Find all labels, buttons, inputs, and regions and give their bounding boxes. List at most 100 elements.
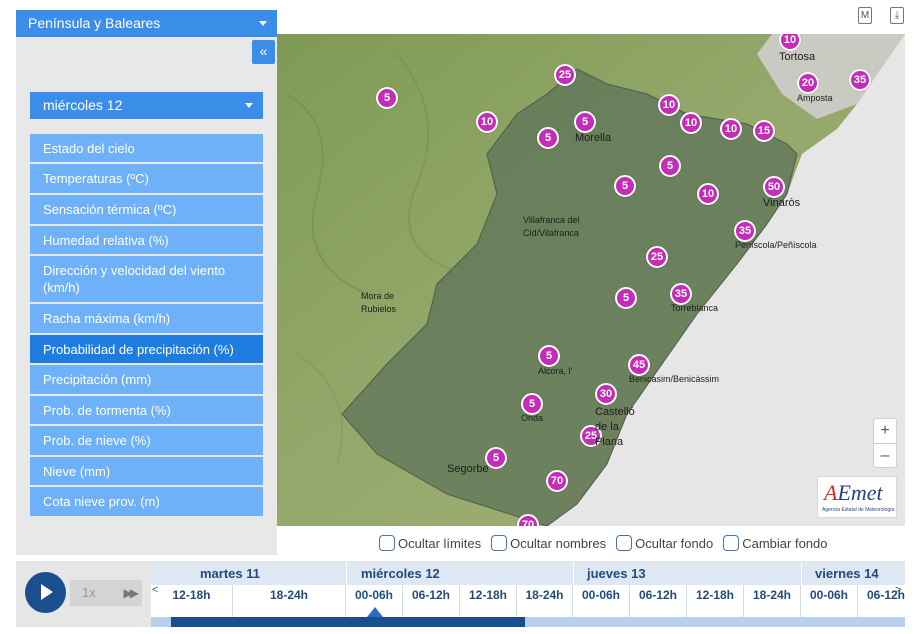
place-label: Segorbe (447, 463, 489, 475)
forecast-map[interactable]: 10 25 5 10 5 5 10 10 10 15 20 35 5 5 10 … (277, 34, 905, 526)
timeline-slot[interactable]: 00-06h (801, 585, 858, 617)
option-label: Cambiar fondo (742, 535, 828, 551)
place-label: Vinaròs (763, 197, 801, 209)
place-label: Torreblanca (671, 303, 719, 313)
probability-marker[interactable]: 5 (614, 175, 636, 197)
speed-control[interactable]: 1x ▶▶ (70, 580, 142, 606)
option-change-background[interactable]: Cambiar fondo (723, 535, 828, 551)
place-label: Amposta (797, 93, 833, 103)
probability-marker[interactable]: 35 (849, 69, 871, 91)
variable-item-feels-like[interactable]: Sensación térmica (ºC) (30, 195, 263, 226)
fast-forward-icon[interactable]: ▶▶ (124, 580, 140, 606)
probability-marker[interactable]: 30 (595, 383, 617, 405)
variable-item-snow-probability[interactable]: Prob. de nieve (%) (30, 426, 263, 457)
map-options: Ocultar límites Ocultar nombres Ocultar … (379, 535, 828, 551)
logo-subtitle: Agencia Estatal de Meteorología (822, 507, 895, 513)
timeline-slot[interactable]: 12-18h (151, 585, 233, 617)
option-label: Ocultar nombres (510, 535, 607, 551)
probability-marker[interactable]: 5 (538, 345, 560, 367)
timeline-scroll-left[interactable]: < (152, 584, 158, 596)
probability-marker[interactable]: 20 (797, 72, 819, 94)
probability-marker[interactable]: 10 (476, 111, 498, 133)
probability-marker[interactable]: 10 (680, 112, 702, 134)
place-label: Castelló de la Plana (595, 406, 635, 448)
probability-marker[interactable]: 5 (574, 111, 596, 133)
day-select[interactable]: miércoles 12 (30, 92, 263, 119)
probability-marker[interactable]: 5 (615, 287, 637, 309)
probability-marker[interactable]: 5 (659, 155, 681, 177)
place-label: Mora de Rubielos (361, 291, 397, 314)
variable-item-snow-level[interactable]: Cota nieve prov. (m) (30, 487, 263, 518)
probability-marker[interactable]: 5 (521, 393, 543, 415)
timeline-slot[interactable]: 18-24h (744, 585, 801, 617)
probability-marker[interactable]: 5 (376, 87, 398, 109)
probability-marker[interactable]: 10 (658, 94, 680, 116)
variable-item-gust[interactable]: Racha máxima (km/h) (30, 304, 263, 335)
probability-marker[interactable]: 50 (763, 176, 785, 198)
probability-marker[interactable]: 35 (734, 220, 756, 242)
timeline: martes 11 miércoles 12 jueves 13 viernes… (151, 563, 905, 627)
probability-marker[interactable]: 10 (697, 183, 719, 205)
timeline-day: viernes 14 (815, 566, 879, 581)
timeline-days (151, 563, 905, 585)
variable-item-precip-probability[interactable]: Probabilidad de precipitación (%) (30, 335, 263, 365)
speed-label: 1x (82, 585, 96, 600)
variable-item-temperature[interactable]: Temperaturas (ºC) (30, 164, 263, 195)
variable-item-precipitation[interactable]: Precipitación (mm) (30, 365, 263, 396)
logo-letter: A (824, 480, 838, 505)
timeline-day: martes 11 (200, 566, 260, 581)
timeline-day: miércoles 12 (361, 566, 440, 581)
timeline-day: jueves 13 (587, 566, 646, 581)
timeline-slot[interactable]: 12-18h (460, 585, 517, 617)
probability-marker[interactable]: 70 (546, 470, 568, 492)
checkbox[interactable] (616, 535, 633, 551)
probability-marker[interactable]: 35 (670, 283, 692, 305)
probability-marker[interactable]: 45 (628, 354, 650, 376)
variable-item-storm-probability[interactable]: Prob. de tormenta (%) (30, 396, 263, 426)
variable-item-sky[interactable]: Estado del cielo (30, 134, 263, 164)
probability-marker[interactable]: 25 (646, 246, 668, 268)
day-separator (573, 563, 574, 585)
zoom-out-button[interactable]: – (874, 443, 896, 467)
timeline-slot[interactable]: 00-06h (573, 585, 630, 617)
zoom-in-button[interactable]: + (874, 419, 896, 443)
option-hide-limits[interactable]: Ocultar límites (379, 535, 481, 551)
timeline-slot[interactable]: 18-24h (517, 585, 573, 617)
zoom-control: + – (873, 418, 897, 468)
terrain-background (277, 34, 905, 526)
probability-marker[interactable]: 5 (537, 127, 559, 149)
timeline-slot[interactable]: 18-24h (233, 585, 346, 617)
download-icon[interactable]: ⤓ (890, 7, 904, 24)
day-select-label: miércoles 12 (43, 97, 123, 113)
variable-item-humidity[interactable]: Humedad relativa (%) (30, 226, 263, 256)
probability-marker[interactable]: 10 (720, 118, 742, 140)
timeline-scroll-right[interactable]: > (895, 584, 901, 596)
play-button[interactable] (25, 572, 66, 613)
option-label: Ocultar límites (398, 535, 482, 551)
option-hide-names[interactable]: Ocultar nombres (491, 535, 606, 551)
timeline-slot[interactable]: 12-18h (687, 585, 744, 617)
timeline-cursor-icon[interactable] (367, 607, 383, 617)
place-label: Onda (521, 413, 544, 423)
checkbox[interactable] (723, 535, 740, 551)
place-label: Villafranca del Cid/Vilafranca (523, 215, 580, 238)
day-separator (346, 563, 347, 585)
timeline-slot[interactable]: 06-12h (630, 585, 687, 617)
option-hide-background[interactable]: Ocultar fondo (616, 535, 713, 551)
option-label: Ocultar fondo (635, 535, 714, 551)
probability-marker[interactable]: 25 (554, 64, 576, 86)
checkbox[interactable] (491, 535, 508, 551)
place-label: Benicasim/Benicàssim (629, 374, 720, 384)
map-mode-icon[interactable]: M (858, 7, 872, 24)
region-select[interactable]: Península y Baleares (16, 10, 277, 37)
timeline-slot[interactable]: 06-12h (403, 585, 460, 617)
variable-item-snow[interactable]: Nieve (mm) (30, 457, 263, 487)
collapse-panel-button[interactable]: « (252, 40, 275, 64)
probability-marker[interactable]: 15 (753, 120, 775, 142)
aemet-logo: AEmet Agencia Estatal de Meteorología (817, 476, 897, 518)
timeline-progress (171, 617, 525, 627)
variable-item-wind[interactable]: Dirección y velocidad del viento (km/h) (30, 256, 263, 304)
variable-list: Estado del cielo Temperaturas (ºC) Sensa… (30, 134, 263, 518)
checkbox[interactable] (379, 535, 395, 551)
place-label: Peníscola/Peñíscola (735, 240, 817, 250)
